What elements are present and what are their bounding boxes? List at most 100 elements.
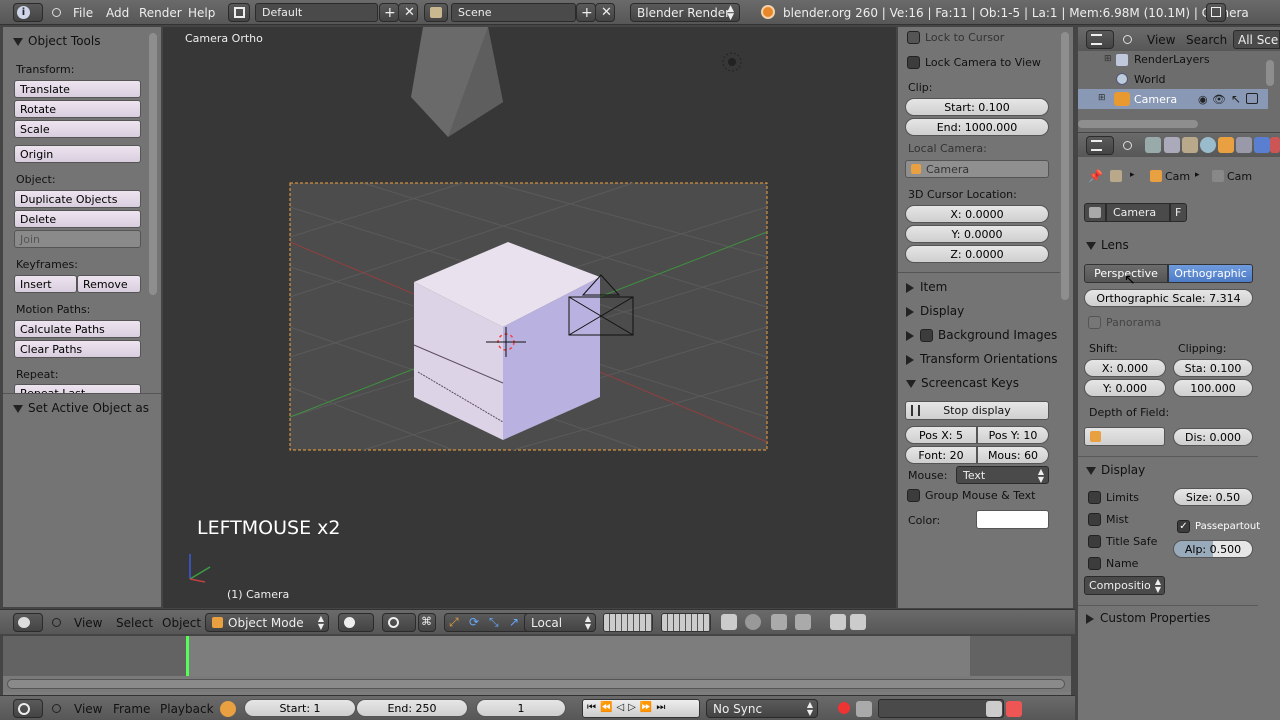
- proportional-edit-icon[interactable]: [745, 614, 761, 630]
- expand-icon[interactable]: ⊞: [1098, 93, 1106, 103]
- collapse-menu-icon[interactable]: [52, 618, 61, 627]
- lock-camera-checkbox[interactable]: [907, 56, 920, 69]
- pos-y-field[interactable]: Pos Y: 10: [977, 426, 1049, 444]
- layer-buttons-2[interactable]: [661, 613, 711, 632]
- panorama-checkbox[interactable]: [1088, 316, 1101, 329]
- jump-start-icon[interactable]: ⏮: [587, 702, 600, 713]
- view3d-menu-object[interactable]: Object: [162, 616, 201, 630]
- mode-select[interactable]: Object Mode ▲ ▼: [205, 613, 329, 632]
- clip-end-field[interactable]: 100.000: [1173, 379, 1253, 397]
- cursor-y-field[interactable]: Y: 0.0000: [905, 225, 1049, 243]
- composition-guides-select[interactable]: Compositio ▲ ▼: [1084, 576, 1165, 595]
- render-engine-select[interactable]: Blender Render ▲ ▼: [630, 3, 740, 22]
- sync-mode-select[interactable]: No Sync ▲ ▼: [706, 699, 818, 718]
- 3d-viewport[interactable]: Camera Ortho LEFTMOUSE x2 (1) Camera: [163, 27, 896, 608]
- shift-y-field[interactable]: Y: 0.000: [1084, 379, 1166, 397]
- menu-help[interactable]: Help: [188, 6, 215, 20]
- rotate-button[interactable]: Rotate: [14, 100, 141, 118]
- camera-data-tab-icon[interactable]: [1254, 137, 1270, 153]
- join-button[interactable]: Join: [14, 230, 141, 248]
- jump-end-icon[interactable]: ⏭: [656, 702, 669, 713]
- current-frame-field[interactable]: 1: [476, 699, 566, 717]
- origin-button[interactable]: Origin: [14, 145, 141, 163]
- timeline-menu-playback[interactable]: Playback: [160, 702, 214, 716]
- insert-keyframe-button[interactable]: Insert: [14, 275, 77, 293]
- editor-type-button[interactable]: i: [13, 3, 43, 22]
- group-mouse-checkbox[interactable]: [907, 489, 920, 502]
- render-opengl-icon[interactable]: [830, 614, 846, 630]
- mist-checkbox[interactable]: [1088, 513, 1101, 526]
- timeline-menu-frame[interactable]: Frame: [113, 702, 150, 716]
- manipulator-types[interactable]: ⤢ ⟳ ⤡ ↗: [444, 613, 532, 632]
- rotate-manipulator-icon[interactable]: ⟳: [469, 615, 479, 629]
- mouse-size-field[interactable]: Mous: 60: [977, 446, 1049, 464]
- clip-start-field[interactable]: Sta: 0.100: [1173, 359, 1253, 377]
- delete-button[interactable]: Delete: [14, 210, 141, 228]
- collapse-menu-icon[interactable]: [52, 704, 61, 713]
- toolshelf-scrollbar[interactable]: [149, 33, 157, 295]
- lens-panel-header[interactable]: Lens: [1086, 238, 1129, 252]
- translate-button[interactable]: Translate: [14, 80, 141, 98]
- outliner-hscrollbar[interactable]: [1078, 120, 1198, 128]
- screen-layout-field[interactable]: Default: [255, 3, 378, 22]
- clip-end-field[interactable]: End: 1000.000: [905, 118, 1049, 136]
- constraints-tab-icon[interactable]: [1236, 137, 1252, 153]
- collapse-menu-icon[interactable]: [52, 8, 61, 17]
- snap-manipulator-icon[interactable]: ↗: [509, 615, 519, 629]
- snap-icon[interactable]: [771, 614, 787, 630]
- pin-icon[interactable]: 📌: [1088, 169, 1103, 183]
- passepartout-checkbox[interactable]: ✓: [1177, 520, 1190, 533]
- add-scene-button[interactable]: +: [576, 3, 596, 22]
- remove-layout-button[interactable]: ✕: [398, 3, 418, 22]
- fullscreen-button[interactable]: [1206, 3, 1226, 22]
- view3d-menu-view[interactable]: View: [74, 616, 102, 630]
- prev-keyframe-icon[interactable]: ⏪: [600, 702, 616, 713]
- record-icon[interactable]: [838, 702, 850, 714]
- layer-buttons-1[interactable]: [603, 613, 653, 632]
- item-panel-header[interactable]: Item: [906, 280, 947, 294]
- screen-layout-icon-button[interactable]: [228, 3, 250, 22]
- remove-keyframe-button[interactable]: Remove: [77, 275, 141, 293]
- scene-tab-icon[interactable]: [1182, 137, 1198, 153]
- menu-file[interactable]: File: [73, 6, 93, 20]
- add-layout-button[interactable]: +: [379, 3, 399, 22]
- font-size-field[interactable]: Font: 20: [905, 446, 977, 464]
- texture-tab-icon[interactable]: [1270, 137, 1280, 153]
- scale-button[interactable]: Scale: [14, 120, 141, 138]
- menu-render[interactable]: Render: [139, 6, 182, 20]
- ortho-scale-field[interactable]: Orthographic Scale: 7.314: [1084, 289, 1253, 307]
- fake-user-button[interactable]: F: [1170, 203, 1187, 222]
- display-mode-select[interactable]: All Scenes: [1233, 30, 1280, 49]
- world-tab-icon[interactable]: [1200, 137, 1216, 153]
- repeat-last-button[interactable]: Repeat Last: [14, 384, 141, 393]
- scene-field[interactable]: Scene: [451, 3, 576, 22]
- shift-x-field[interactable]: X: 0.000: [1084, 359, 1166, 377]
- cursor-select-icon[interactable]: ↖: [1231, 92, 1241, 106]
- local-camera-field[interactable]: Camera: [905, 160, 1049, 178]
- pos-x-field[interactable]: Pos X: 5: [905, 426, 977, 444]
- color-swatch[interactable]: [976, 510, 1049, 529]
- render-anim-icon[interactable]: [850, 614, 866, 630]
- timeline-editor-type[interactable]: [13, 699, 43, 718]
- calculate-paths-button[interactable]: Calculate Paths: [14, 320, 141, 338]
- transform-orientations-header[interactable]: Transform Orientations: [906, 352, 1058, 366]
- name-checkbox[interactable]: [1088, 557, 1101, 570]
- timeline-editor[interactable]: -40 -20 0 20 40 60 80 100 120 140 160 18…: [3, 636, 1071, 698]
- screencast-keys-header[interactable]: Screencast Keys: [906, 376, 1019, 390]
- mouse-mode-select[interactable]: Text ▲ ▼: [956, 466, 1049, 484]
- outliner-item-renderlayers[interactable]: RenderLayers: [1134, 53, 1210, 66]
- timeline-scrollbar[interactable]: [7, 679, 1065, 689]
- transform-orientation-select[interactable]: Local ▲ ▼: [524, 613, 596, 632]
- clear-paths-button[interactable]: Clear Paths: [14, 340, 141, 358]
- duplicate-objects-button[interactable]: Duplicate Objects: [14, 190, 141, 208]
- outliner-menu-view[interactable]: View: [1147, 33, 1175, 47]
- passepartout-alpha-slider[interactable]: Alp: 0.500: [1173, 540, 1253, 558]
- lock-cursor-checkbox[interactable]: [907, 31, 920, 44]
- npanel-scrollbar[interactable]: [1061, 32, 1069, 300]
- display-panel-header[interactable]: Display: [906, 304, 964, 318]
- translate-manipulator-icon[interactable]: ⤢: [449, 615, 459, 630]
- play-icon[interactable]: ▷: [628, 702, 640, 713]
- object-tools-header[interactable]: Object Tools: [13, 34, 100, 48]
- eye-icon[interactable]: 👁: [1212, 93, 1226, 106]
- cursor-z-field[interactable]: Z: 0.0000: [905, 245, 1049, 263]
